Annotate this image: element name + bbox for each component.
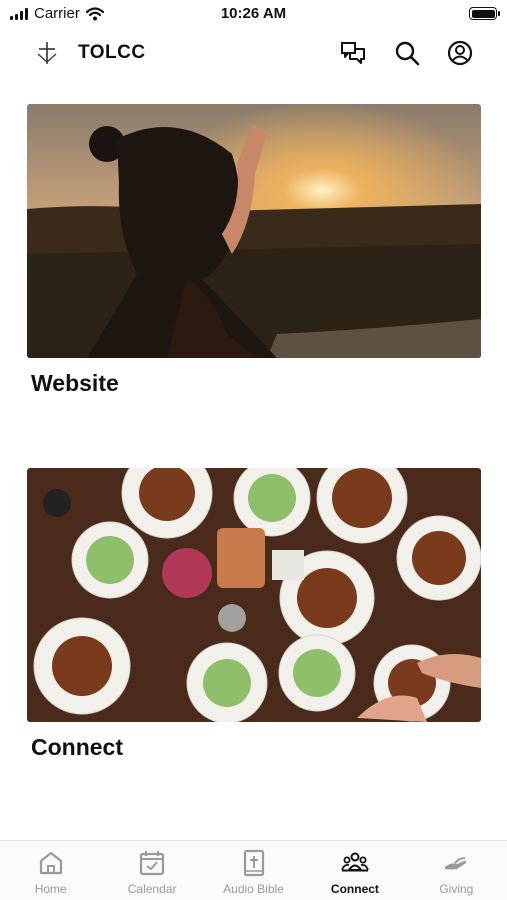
search-button[interactable] <box>392 38 422 68</box>
tab-calendar[interactable]: Calendar <box>101 841 202 900</box>
chat-bubbles-icon <box>341 42 365 64</box>
status-time: 10:26 AM <box>220 5 287 22</box>
status-bar: Carrier 10:26 AM <box>0 0 507 30</box>
connect-card-title[interactable]: Connect <box>31 734 481 761</box>
people-icon <box>341 852 369 872</box>
battery-icon <box>469 7 500 20</box>
tab-giving[interactable]: Giving <box>406 841 507 900</box>
church-logo-icon <box>37 42 57 64</box>
tab-audio-bible[interactable]: Audio Bible <box>203 841 304 900</box>
bottom-tab-bar: Home Calendar Audio Bible Connect Giving <box>0 840 507 900</box>
calendar-check-icon <box>140 851 165 876</box>
woman-sunset-image[interactable] <box>27 104 481 358</box>
search-icon <box>395 41 420 66</box>
tab-audio-bible-label: Audio Bible <box>223 882 284 896</box>
tab-home[interactable]: Home <box>0 841 101 900</box>
website-card-title[interactable]: Website <box>31 370 481 397</box>
giving-hand-icon <box>445 857 467 870</box>
tab-connect-label: Connect <box>330 882 379 896</box>
home-icon <box>39 851 62 875</box>
account-circle-icon <box>447 40 473 66</box>
tab-connect[interactable]: Connect <box>304 841 405 900</box>
profile-button[interactable] <box>445 38 475 68</box>
tab-giving-label: Giving <box>439 882 474 896</box>
shared-meal-image[interactable] <box>27 468 481 722</box>
tab-home-label: Home <box>34 882 67 896</box>
website-card[interactable]: Website <box>27 104 481 397</box>
messages-button[interactable] <box>338 38 368 68</box>
connect-card[interactable]: Connect <box>27 468 481 761</box>
app-title: TOLCC <box>78 42 146 63</box>
bible-icon <box>243 849 264 877</box>
app-header: TOLCC <box>0 30 507 76</box>
tab-calendar-label: Calendar <box>127 882 177 896</box>
